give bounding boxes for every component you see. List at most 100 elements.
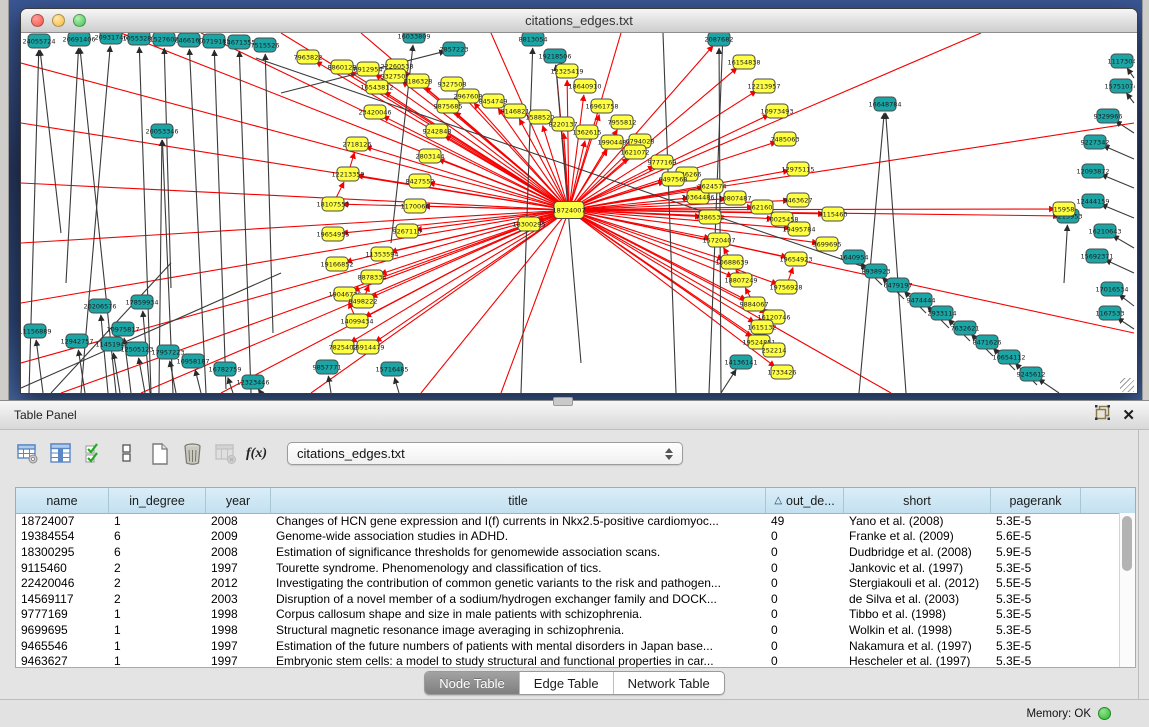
- tab-network-table[interactable]: Network Table: [614, 672, 724, 694]
- network-node[interactable]: 8498222: [349, 294, 378, 308]
- table-row[interactable]: 977716911998Corpus callosum shape and si…: [16, 607, 1120, 623]
- network-node[interactable]: 10975817: [106, 322, 139, 336]
- network-node[interactable]: 7386532: [696, 210, 725, 224]
- function-builder-icon[interactable]: f(x): [246, 446, 267, 462]
- zoom-window-button[interactable]: [73, 14, 86, 27]
- network-node[interactable]: 8860128: [328, 60, 357, 74]
- network-node[interactable]: 24055724: [22, 34, 55, 48]
- table-row[interactable]: 1456911722003Disruption of a novel membe…: [16, 591, 1120, 607]
- network-node[interactable]: 14136141: [724, 355, 757, 369]
- network-node[interactable]: 1170066: [401, 199, 430, 213]
- network-node[interactable]: 15751074: [1104, 79, 1135, 93]
- window-resize-grip[interactable]: [1120, 378, 1134, 392]
- network-node[interactable]: 19218506: [538, 49, 571, 63]
- table-row[interactable]: 946362711997Embryonic stem cells: a mode…: [16, 653, 1120, 667]
- network-node[interactable]: 3624574: [698, 179, 727, 193]
- network-node[interactable]: 16648784: [868, 97, 901, 111]
- network-node[interactable]: 8938923: [862, 264, 891, 278]
- network-node[interactable]: 9115460: [819, 207, 848, 221]
- table-row[interactable]: 946554611997Estimation of the future num…: [16, 638, 1120, 654]
- network-node[interactable]: 7857223: [440, 42, 469, 56]
- network-node[interactable]: 8454749: [479, 94, 508, 108]
- table-row[interactable]: 2242004622012Investigating the contribut…: [16, 575, 1120, 591]
- network-node[interactable]: 8471626: [973, 335, 1002, 349]
- network-node[interactable]: 18724007: [552, 202, 585, 219]
- network-node[interactable]: 8186328: [404, 74, 433, 88]
- network-node[interactable]: 1167533: [1096, 306, 1125, 320]
- network-node[interactable]: 17016534: [1095, 282, 1128, 296]
- network-node[interactable]: 2933114: [928, 306, 957, 320]
- network-node[interactable]: 12213359: [331, 167, 364, 181]
- network-node[interactable]: 9857771: [313, 360, 342, 374]
- table-settings-icon[interactable]: [15, 441, 40, 466]
- network-node[interactable]: 15716485: [375, 362, 408, 376]
- column-header-title[interactable]: title: [271, 488, 766, 513]
- network-node[interactable]: 18640910: [568, 79, 601, 93]
- network-node[interactable]: 1990448: [598, 135, 627, 149]
- network-node[interactable]: 62160: [751, 200, 773, 214]
- network-node[interactable]: 15958: [1053, 202, 1075, 216]
- table-selector-dropdown[interactable]: citations_edges.txt: [287, 442, 683, 465]
- network-node[interactable]: 16782759: [208, 362, 241, 376]
- network-node[interactable]: 9777169: [648, 155, 677, 169]
- show-columns-icon[interactable]: [48, 441, 73, 466]
- network-node[interactable]: 12323446: [236, 375, 269, 389]
- network-node[interactable]: 9463627: [784, 193, 813, 207]
- network-node[interactable]: 16961758: [585, 99, 618, 113]
- network-node[interactable]: 9267110: [393, 224, 422, 238]
- tab-node-table[interactable]: Node Table: [425, 672, 520, 694]
- scrollbar-thumb[interactable]: [1122, 516, 1132, 571]
- network-node[interactable]: 19654923: [779, 252, 812, 266]
- network-node[interactable]: 9699695: [813, 237, 842, 251]
- network-node[interactable]: 23420046: [358, 105, 391, 119]
- network-node[interactable]: 8813054: [519, 33, 548, 46]
- network-node[interactable]: 9329966: [1094, 109, 1123, 123]
- column-header-out-de-[interactable]: △out_de...: [766, 488, 844, 513]
- network-node[interactable]: 7485063: [771, 132, 800, 146]
- network-node[interactable]: 19166852: [320, 257, 353, 271]
- network-node[interactable]: 252214: [762, 343, 787, 357]
- minimize-window-button[interactable]: [52, 14, 65, 27]
- column-header-in-degree[interactable]: in_degree: [109, 488, 206, 513]
- network-node[interactable]: 16033809: [397, 33, 430, 43]
- network-node[interactable]: 16154838: [727, 55, 760, 69]
- close-window-button[interactable]: [31, 14, 44, 27]
- network-node[interactable]: 9227342: [1081, 135, 1110, 149]
- network-node[interactable]: 12213957: [747, 79, 780, 93]
- table-vertical-scrollbar[interactable]: [1119, 513, 1135, 667]
- network-node[interactable]: 19654955: [316, 227, 349, 241]
- column-header-name[interactable]: name: [16, 488, 109, 513]
- network-node[interactable]: 19756928: [769, 280, 802, 294]
- network-node[interactable]: 7632621: [951, 321, 980, 335]
- table-row[interactable]: 1938455462009Genome-wide association stu…: [16, 529, 1120, 545]
- network-node[interactable]: 16914479: [351, 340, 384, 354]
- row-height-icon[interactable]: [114, 441, 139, 466]
- network-node[interactable]: 6497568: [659, 172, 688, 186]
- network-node[interactable]: 1615132: [748, 320, 777, 334]
- window-titlebar[interactable]: citations_edges.txt: [21, 9, 1137, 33]
- network-node[interactable]: 16210643: [1088, 224, 1121, 238]
- network-node[interactable]: 20691406: [62, 33, 95, 46]
- network-node[interactable]: 9245612: [1017, 367, 1046, 381]
- network-node[interactable]: 14099434: [340, 314, 373, 328]
- network-node[interactable]: 1621072: [621, 145, 650, 159]
- column-header-pagerank[interactable]: pagerank: [991, 488, 1081, 513]
- network-node[interactable]: 2087682: [705, 33, 734, 46]
- network-node[interactable]: 9884067: [740, 297, 769, 311]
- network-node[interactable]: 6479197: [884, 278, 913, 292]
- network-node[interactable]: 7515526: [251, 38, 280, 52]
- network-node[interactable]: 9875685: [434, 99, 463, 113]
- close-panel-icon[interactable]: ✕: [1122, 408, 1135, 423]
- network-canvas[interactable]: 2405572420691406209317461055328715276076…: [21, 33, 1135, 393]
- network-node[interactable]: 12942757: [60, 334, 93, 348]
- table-row[interactable]: 1830029562008Estimation of significance …: [16, 544, 1120, 560]
- network-node[interactable]: 20053346: [145, 124, 178, 138]
- network-node[interactable]: 8878334: [358, 270, 387, 284]
- table-row[interactable]: 969969511998Structural magnetic resonanc…: [16, 622, 1120, 638]
- network-node[interactable]: 7955812: [608, 115, 637, 129]
- network-node[interactable]: 9242848: [423, 124, 452, 138]
- network-node[interactable]: 8427552: [406, 174, 435, 188]
- network-node[interactable]: 7963822: [294, 50, 323, 64]
- table-row[interactable]: 911546021997Tourette syndrome. Phenomeno…: [16, 560, 1120, 576]
- network-node[interactable]: 1640954: [840, 250, 869, 264]
